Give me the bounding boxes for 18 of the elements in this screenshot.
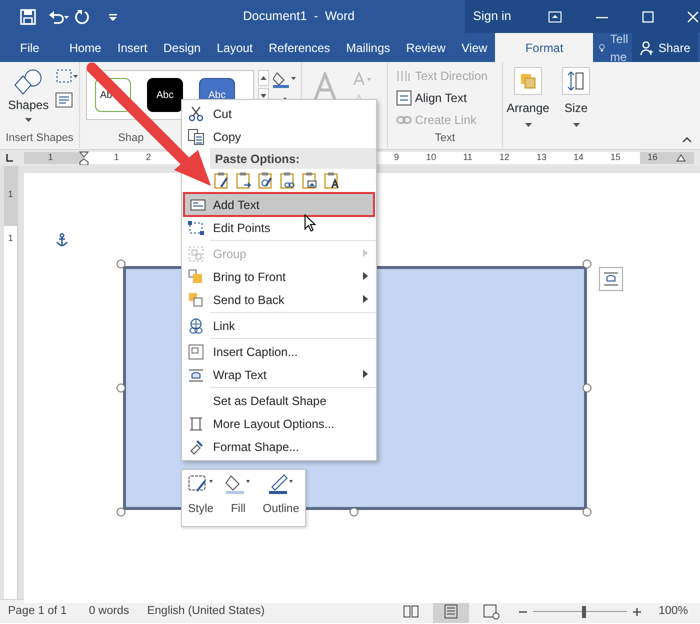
ruler-number: 13: [536, 151, 546, 164]
ruler-number: 14: [573, 151, 584, 164]
group-label: Text: [434, 130, 456, 146]
ruler-number: 15: [610, 151, 620, 164]
ruler-number: 1: [8, 232, 13, 244]
ruler-number: 1: [114, 151, 120, 164]
group-label: Shap: [118, 130, 144, 146]
ruler-number: 1: [48, 151, 54, 164]
menu-section-header: Paste Options:: [210, 148, 376, 169]
ruler-number: 16: [647, 151, 658, 164]
ruler-number: 11: [463, 151, 472, 164]
ruler-number: 10: [426, 151, 436, 164]
ruler-number: 1: [8, 188, 13, 201]
ruler-number: 2: [146, 151, 152, 164]
ruler-number: 9: [394, 151, 400, 164]
ruler-number: 12: [499, 151, 510, 164]
window-title: Document1 - Word: [243, 8, 355, 26]
group-label: Insert Shapes: [4, 130, 74, 146]
